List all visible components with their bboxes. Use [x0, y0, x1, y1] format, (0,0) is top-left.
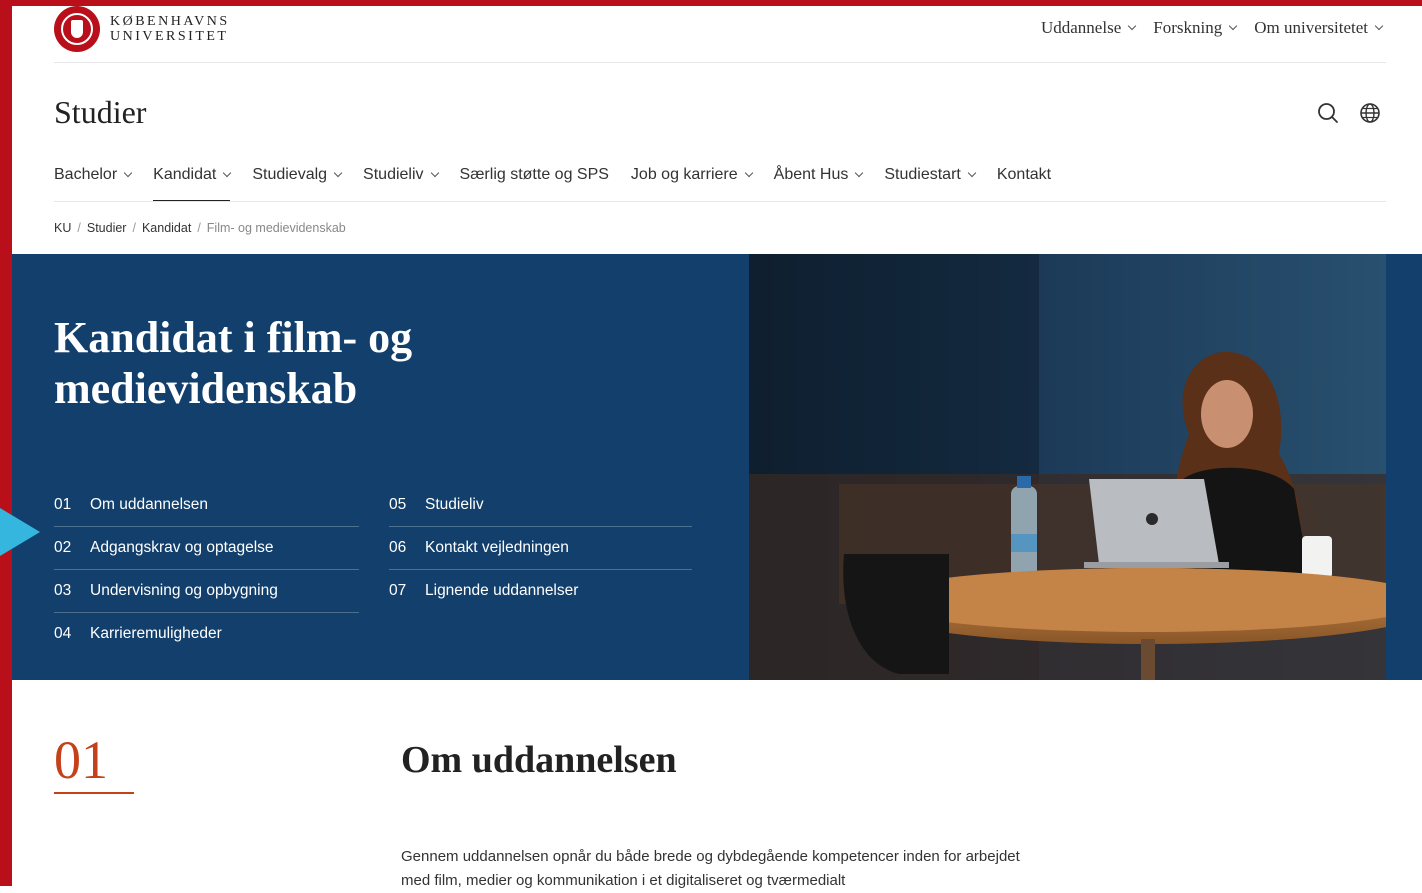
- toc-number: 02: [54, 539, 72, 556]
- logo-line-2: UNIVERSITET: [110, 29, 229, 44]
- mainnav-label: Særlig støtte og SPS: [459, 166, 609, 183]
- logo-wordmark: KØBENHAVNS UNIVERSITET: [110, 14, 230, 44]
- chevron-down-icon: [967, 168, 977, 178]
- breadcrumb-current: Film- og medievidenskab: [206, 221, 346, 235]
- toc-label: Karrieremuligheder: [90, 625, 222, 642]
- chevron-down-icon: [1128, 21, 1137, 31]
- toc-link-adgangskrav[interactable]: 02 Adgangskrav og optagelse: [54, 527, 359, 570]
- mainnav-item-studiestart[interactable]: Studiestart: [884, 162, 977, 202]
- mainnav-label: Kontakt: [996, 166, 1052, 183]
- toc-number: 04: [54, 625, 72, 642]
- nav-divider: [54, 201, 1386, 202]
- page-title: Kandidat i film- og medievidenskab: [54, 313, 413, 413]
- chevron-down-icon: [1228, 21, 1238, 31]
- top-navigation: Uddannelse Forskning Om universitetet: [1040, 18, 1384, 38]
- section-number: 01: [54, 730, 108, 790]
- chevron-down-icon: [1374, 21, 1384, 31]
- toc-column-right: 05 Studieliv 06 Kontakt vejledningen 07 …: [389, 484, 692, 612]
- toc-link-karrieremuligheder[interactable]: 04 Karrieremuligheder: [54, 613, 359, 655]
- search-button[interactable]: [1315, 100, 1341, 126]
- mainnav-label: Kandidat: [153, 166, 217, 183]
- toc-link-lignende-uddannelser[interactable]: 07 Lignende uddannelser: [389, 570, 692, 612]
- ku-logo-link[interactable]: KØBENHAVNS UNIVERSITET: [54, 6, 230, 52]
- mainnav-item-abent-hus[interactable]: Åbent Hus: [773, 162, 864, 202]
- section-title: Om uddannelsen: [401, 739, 677, 781]
- toc-label: Lignende uddannelser: [425, 582, 579, 599]
- mainnav-item-kontakt[interactable]: Kontakt: [997, 162, 1051, 202]
- hero-image: [749, 254, 1386, 680]
- main-navigation: Bachelor Kandidat Studievalg Studieliv S…: [54, 162, 1051, 202]
- toc-number: 01: [54, 496, 72, 513]
- breadcrumb: KU / Studier / Kandidat / Film- og medie…: [54, 221, 346, 235]
- breadcrumb-separator: /: [132, 221, 136, 235]
- topnav-item-forskning[interactable]: Forskning: [1153, 18, 1238, 38]
- toc-number: 05: [389, 496, 407, 513]
- toc-link-kontakt-vejledningen[interactable]: 06 Kontakt vejledningen: [389, 527, 692, 570]
- section-number-underline: [54, 792, 134, 794]
- mainnav-label: Studieliv: [363, 166, 424, 183]
- toc-number: 06: [389, 539, 407, 556]
- mainnav-item-kandidat[interactable]: Kandidat: [153, 162, 232, 202]
- frame-left-border: [0, 0, 12, 886]
- hero-panel: Kandidat i film- og medievidenskab 01 Om…: [12, 254, 749, 680]
- mainnav-item-bachelor[interactable]: Bachelor: [54, 162, 133, 202]
- topnav-label: Om universitetet: [1254, 18, 1368, 37]
- mainnav-item-saerlig-stotte[interactable]: Særlig støtte og SPS: [460, 162, 609, 202]
- toc-link-undervisning[interactable]: 03 Undervisning og opbygning: [54, 570, 359, 613]
- mainnav-label: Job og karriere: [630, 166, 738, 183]
- pointer-arrow-icon: [0, 508, 40, 556]
- toc-number: 03: [54, 582, 72, 599]
- toc-column-left: 01 Om uddannelsen 02 Adgangskrav og opta…: [54, 484, 359, 655]
- topnav-item-uddannelse[interactable]: Uddannelse: [1040, 18, 1137, 38]
- chevron-down-icon: [333, 168, 343, 178]
- toc-label: Studieliv: [425, 496, 484, 513]
- chevron-down-icon: [123, 168, 133, 178]
- mainnav-item-job-og-karriere[interactable]: Job og karriere: [630, 162, 753, 202]
- topnav-label: Uddannelse: [1040, 18, 1122, 37]
- ku-seal-icon: [54, 6, 100, 52]
- breadcrumb-link-studier[interactable]: Studier: [87, 221, 127, 235]
- logo-line-1: KØBENHAVNS: [110, 14, 230, 29]
- toc-label: Kontakt vejledningen: [425, 539, 569, 556]
- mainnav-item-studieliv[interactable]: Studieliv: [363, 162, 439, 202]
- header-divider: [54, 62, 1386, 63]
- toc-label: Adgangskrav og optagelse: [90, 539, 274, 556]
- language-button[interactable]: [1357, 100, 1383, 126]
- mainnav-label: Åbent Hus: [773, 166, 849, 183]
- breadcrumb-separator: /: [197, 221, 201, 235]
- chevron-down-icon: [744, 168, 753, 178]
- chevron-down-icon: [223, 168, 232, 178]
- mainnav-item-studievalg[interactable]: Studievalg: [252, 162, 343, 202]
- site-title[interactable]: Studier: [54, 94, 146, 131]
- toc-link-studieliv[interactable]: 05 Studieliv: [389, 484, 692, 527]
- chevron-down-icon: [430, 168, 439, 178]
- toc-number: 07: [389, 582, 407, 599]
- student-with-laptop-illustration: [749, 254, 1386, 680]
- chevron-down-icon: [855, 168, 864, 178]
- breadcrumb-separator: /: [77, 221, 81, 235]
- globe-icon: [1360, 103, 1380, 123]
- mainnav-label: Studievalg: [252, 166, 328, 183]
- topnav-label: Forskning: [1153, 18, 1223, 37]
- breadcrumb-link-ku[interactable]: KU: [54, 221, 71, 235]
- hero-edge-panel: [1386, 254, 1422, 680]
- search-icon: [1318, 103, 1338, 123]
- topnav-item-om-universitetet[interactable]: Om universitetet: [1254, 18, 1384, 38]
- mainnav-label: Studiestart: [884, 166, 961, 183]
- toc-link-om-uddannelsen[interactable]: 01 Om uddannelsen: [54, 484, 359, 527]
- toc-label: Om uddannelsen: [90, 496, 209, 513]
- toc-label: Undervisning og opbygning: [90, 582, 278, 599]
- breadcrumb-link-kandidat[interactable]: Kandidat: [142, 221, 191, 235]
- mainnav-label: Bachelor: [54, 166, 118, 183]
